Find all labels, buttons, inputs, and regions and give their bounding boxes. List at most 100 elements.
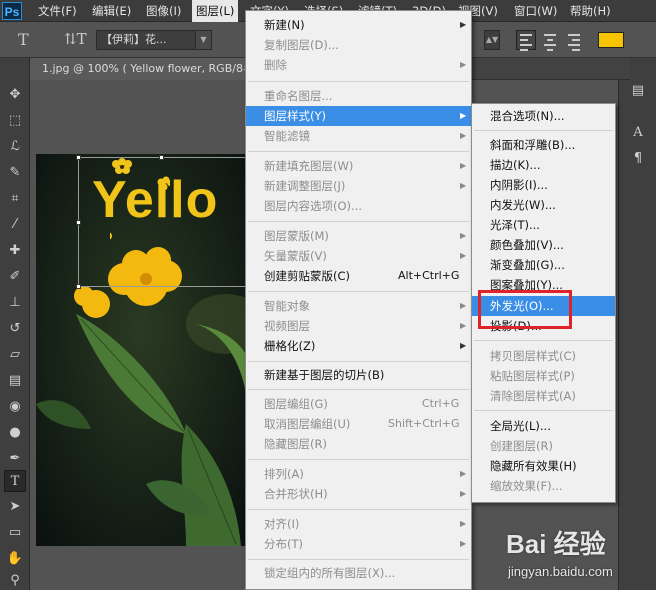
menu-item-clear-layer-style[interactable]: 清除图层样式(A)	[472, 386, 615, 406]
flower-decoration-icon	[110, 158, 170, 240]
hand-tool-icon[interactable]: ✋	[4, 548, 26, 570]
menu-item-color-overlay[interactable]: 颜色叠加(V)...	[472, 235, 615, 255]
lasso-tool-icon[interactable]: ℒ	[4, 136, 26, 158]
align-center-button[interactable]	[540, 30, 560, 51]
menu-file[interactable]: 文件(F)	[34, 0, 81, 22]
zoom-tool-icon[interactable]: ⚲	[4, 570, 26, 590]
quick-select-tool-icon[interactable]: ✎	[4, 162, 26, 184]
submenu-arrow-icon: ▶	[460, 231, 467, 240]
font-size-stepper[interactable]: ▲▼	[484, 30, 500, 50]
submenu-arrow-icon: ▶	[460, 301, 467, 310]
submenu-arrow-icon: ▶	[460, 539, 467, 548]
menu-item-combine-shapes[interactable]: 合并形状(H) ▶	[246, 484, 471, 504]
blur-tool-icon[interactable]: ◉	[4, 396, 26, 418]
menu-item-stroke[interactable]: 描边(K)...	[472, 155, 615, 175]
document-tab[interactable]: 1.jpg @ 100% ( Yellow flower, RGB/8#	[30, 58, 250, 80]
menu-item-satin[interactable]: 光泽(T)...	[472, 215, 615, 235]
font-family-select[interactable]: 【伊莉】花... ▼	[96, 30, 212, 50]
menu-separator	[248, 459, 469, 460]
type-tool-icon[interactable]: T	[4, 470, 26, 492]
move-tool-icon[interactable]: ✥	[4, 84, 26, 106]
right-panel-strip: ▤ A ¶	[618, 58, 656, 590]
submenu-arrow-icon: ▶	[460, 251, 467, 260]
menu-item-create-clipping-mask[interactable]: 创建剪贴蒙版(C) Alt+Ctrl+G	[246, 266, 471, 286]
menu-item-new-fill-layer[interactable]: 新建填充图层(W) ▶	[246, 156, 471, 176]
menu-item-create-layer[interactable]: 创建图层(R)	[472, 436, 615, 456]
menu-item-layer-mask[interactable]: 图层蒙版(M) ▶	[246, 226, 471, 246]
submenu-arrow-icon: ▶	[460, 161, 467, 170]
menu-item-layer-content-options[interactable]: 图层内容选项(O)...	[246, 196, 471, 216]
menu-edit[interactable]: 编辑(E)	[88, 0, 135, 22]
healing-brush-tool-icon[interactable]: ✚	[4, 240, 26, 262]
submenu-arrow-icon: ▶	[460, 341, 467, 350]
history-brush-tool-icon[interactable]: ↺	[4, 318, 26, 340]
menu-item-global-light[interactable]: 全局光(L)...	[472, 416, 615, 436]
toggle-orientation-icon[interactable]: ⇅T	[64, 30, 87, 48]
menu-item-new-adjustment-layer[interactable]: 新建调整图层(J) ▶	[246, 176, 471, 196]
transform-handle[interactable]	[76, 220, 81, 225]
tools-panel: ✥ ⬚ ℒ ✎ ⌗ ⁄ ✚ ✐ ⊥ ↺ ▱ ▤ ◉ ● ✒ T ➤ ▭ ✋ ⚲	[0, 58, 30, 590]
menu-separator	[248, 291, 469, 292]
menu-help[interactable]: 帮助(H)	[566, 0, 615, 22]
menu-item-smart-objects[interactable]: 智能对象 ▶	[246, 296, 471, 316]
menu-separator	[474, 340, 613, 341]
text-color-swatch[interactable]	[598, 32, 624, 48]
menu-item-delete[interactable]: 删除 ▶	[246, 55, 471, 75]
menu-item-arrange[interactable]: 排列(A) ▶	[246, 464, 471, 484]
eraser-tool-icon[interactable]: ▱	[4, 344, 26, 366]
menu-item-paste-layer-style[interactable]: 粘贴图层样式(P)	[472, 366, 615, 386]
menu-item-video-layers[interactable]: 视频图层 ▶	[246, 316, 471, 336]
brush-tool-icon[interactable]: ✐	[4, 266, 26, 288]
submenu-arrow-icon: ▶	[460, 20, 467, 29]
menu-item-new-layer-based-slice[interactable]: 新建基于图层的切片(B)	[246, 365, 471, 385]
pen-tool-icon[interactable]: ✒	[4, 448, 26, 470]
menu-item-lock-all-layers-in-group[interactable]: 锁定组内的所有图层(X)...	[246, 563, 471, 583]
menu-item-inner-glow[interactable]: 内发光(W)...	[472, 195, 615, 215]
menu-item-gradient-overlay[interactable]: 渐变叠加(G)...	[472, 255, 615, 275]
menu-item-rename-layer[interactable]: 重命名图层...	[246, 86, 471, 106]
paragraph-panel-icon[interactable]: ¶	[625, 148, 651, 170]
transform-handle[interactable]	[76, 155, 81, 160]
menu-item-hide-all-effects[interactable]: 隐藏所有效果(H)	[472, 456, 615, 476]
menu-item-smart-filter[interactable]: 智能滤镜 ▶	[246, 126, 471, 146]
menu-item-layer-style[interactable]: 图层样式(Y) ▶	[246, 106, 471, 126]
dodge-tool-icon[interactable]: ●	[4, 422, 26, 444]
menu-separator	[248, 559, 469, 560]
menu-item-ungroup-layers[interactable]: 取消图层编组(U) Shift+Ctrl+G	[246, 414, 471, 434]
menu-item-copy-layer-style[interactable]: 拷贝图层样式(C)	[472, 346, 615, 366]
menu-item-blending-options[interactable]: 混合选项(N)...	[472, 106, 615, 126]
path-selection-tool-icon[interactable]: ➤	[4, 496, 26, 518]
menu-item-inner-shadow[interactable]: 内阴影(I)...	[472, 175, 615, 195]
rectangle-tool-icon[interactable]: ▭	[4, 522, 26, 544]
align-right-button[interactable]	[564, 30, 584, 51]
crop-tool-icon[interactable]: ⌗	[4, 188, 26, 210]
menu-item-duplicate-layer[interactable]: 复制图层(D)...	[246, 35, 471, 55]
align-left-button[interactable]	[516, 30, 536, 51]
menu-item-vector-mask[interactable]: 矢量蒙版(V) ▶	[246, 246, 471, 266]
layer-menu: 新建(N) ▶ 复制图层(D)... 删除 ▶ 重命名图层... 图层样式(Y) ▶ …	[245, 10, 472, 590]
menu-item-scale-effects[interactable]: 缩放效果(F)...	[472, 476, 615, 496]
menu-window[interactable]: 窗口(W)	[510, 0, 561, 22]
submenu-arrow-icon: ▶	[460, 489, 467, 498]
menu-image[interactable]: 图像(I)	[142, 0, 185, 22]
baidu-jingyan-watermark: Bai 经验 jingyan.baidu.com	[482, 520, 652, 586]
gradient-tool-icon[interactable]: ▤	[4, 370, 26, 392]
eyedropper-tool-icon[interactable]: ⁄	[4, 214, 26, 236]
menu-layer[interactable]: 图层(L)	[192, 0, 239, 22]
watermark-url: jingyan.baidu.com	[508, 564, 613, 579]
highlight-annotation	[478, 290, 572, 329]
menu-item-bevel-emboss[interactable]: 斜面和浮雕(B)...	[472, 135, 615, 155]
menu-item-rasterize[interactable]: 栅格化(Z) ▶	[246, 336, 471, 356]
panel-collapse-icon[interactable]: ▤	[625, 80, 651, 102]
submenu-arrow-icon: ▶	[460, 519, 467, 528]
clone-stamp-tool-icon[interactable]: ⊥	[4, 292, 26, 314]
transform-handle[interactable]	[76, 284, 81, 289]
menu-item-distribute[interactable]: 分布(T) ▶	[246, 534, 471, 554]
character-panel-icon[interactable]: A	[625, 122, 651, 144]
menu-item-align[interactable]: 对齐(I) ▶	[246, 514, 471, 534]
marquee-tool-icon[interactable]: ⬚	[4, 110, 26, 132]
menu-item-new[interactable]: 新建(N) ▶	[246, 15, 471, 35]
type-tool-icon[interactable]: T	[18, 30, 29, 49]
menu-item-group-layers[interactable]: 图层编组(G) Ctrl+G	[246, 394, 471, 414]
menu-item-hide-layers[interactable]: 隐藏图层(R)	[246, 434, 471, 454]
